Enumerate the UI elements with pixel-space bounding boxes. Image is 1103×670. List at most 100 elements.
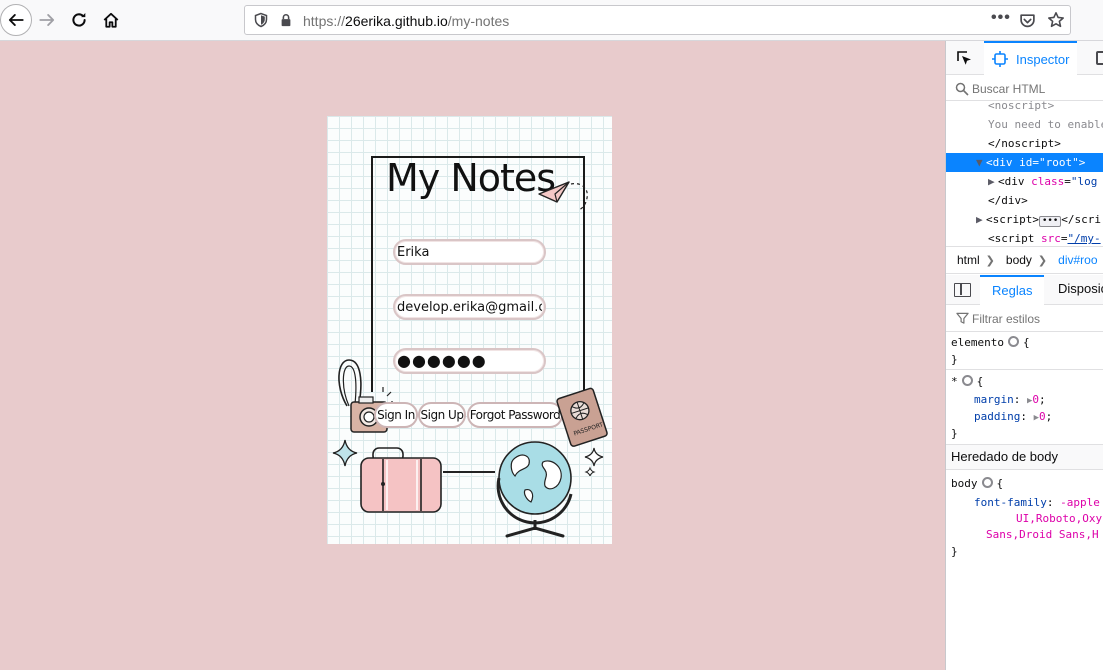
markup-attr: id: [1019, 156, 1033, 169]
gear-icon[interactable]: [981, 477, 993, 488]
css-value[interactable]: 0: [1032, 393, 1039, 406]
search-icon: [955, 82, 969, 96]
css-property[interactable]: padding: [974, 410, 1020, 423]
tab-inspector[interactable]: Inspector: [984, 41, 1078, 75]
markup-tag: <div: [998, 175, 1032, 188]
breadcrumb: html ❯ body ❯ div#roo: [946, 246, 1103, 274]
css-property[interactable]: margin: [974, 393, 1014, 406]
sparkle-icon: [332, 439, 358, 467]
markup-line[interactable]: <script src="/my-: [946, 229, 1103, 246]
markup-line[interactable]: </div>: [946, 191, 1103, 210]
gear-icon[interactable]: [961, 375, 973, 386]
bookmark-star-icon[interactable]: [1047, 11, 1065, 29]
expanded-caret-icon[interactable]: ▼: [976, 153, 986, 172]
home-icon: [103, 12, 119, 28]
styles-filter-input[interactable]: [972, 309, 1100, 329]
markup-view: <noscript> You need to enable </noscript…: [946, 101, 1103, 246]
chevron-right-icon: ❯: [1037, 254, 1048, 267]
gear-icon[interactable]: [1007, 336, 1019, 347]
collapsed-caret-icon[interactable]: ▶: [976, 210, 986, 229]
markup-tag: >: [1078, 156, 1086, 169]
reload-button[interactable]: [64, 5, 94, 35]
tracking-shield-icon[interactable]: [253, 12, 269, 28]
arrow-right-icon: [39, 14, 55, 26]
inherited-header: Heredado de body: [946, 444, 1103, 470]
markup-line-selected[interactable]: ▼ <div id="root">: [946, 153, 1103, 172]
app-title: My Notes: [386, 156, 556, 200]
arrow-left-icon: [8, 14, 24, 26]
url-host: 26erika.github.io: [345, 13, 448, 29]
markup-eq: =: [1064, 175, 1071, 188]
markup-text: </noscript>: [988, 137, 1061, 150]
filter-icon: [956, 312, 969, 324]
console-tab-icon[interactable]: [1096, 51, 1103, 65]
markup-val: "root": [1039, 156, 1079, 169]
markup-line[interactable]: ▶ <script> ••• </scri: [946, 210, 1103, 229]
forward-button[interactable]: [32, 5, 62, 35]
markup-line[interactable]: </noscript>: [946, 134, 1103, 153]
rule-close-brace: }: [951, 545, 958, 558]
sign-in-button[interactable]: Sign In: [374, 402, 418, 428]
reload-icon: [72, 13, 86, 27]
rule-open-brace: {: [996, 477, 1004, 490]
html-search-input[interactable]: [972, 80, 1100, 98]
element-picker-icon[interactable]: [955, 49, 973, 67]
browser-toolbar: https://26erika.github.io/my-notes •••: [0, 0, 1103, 41]
rules-tabbar: Reglas Disposic: [946, 275, 1103, 305]
markup-tag: <div: [986, 156, 1020, 169]
rule-open-brace: {: [976, 375, 984, 388]
markup-text: You need to enable: [988, 118, 1103, 131]
tab-layout[interactable]: Disposic: [1058, 275, 1103, 305]
email-input[interactable]: [393, 294, 546, 320]
markup-tag: <script>: [986, 213, 1039, 226]
element-selector: elemento: [951, 336, 1004, 349]
rule-divider: [946, 369, 1103, 370]
css-value[interactable]: -apple: [1060, 496, 1100, 509]
sign-up-button[interactable]: Sign Up: [418, 402, 466, 428]
rule-declaration-cont: UI,Roboto,Oxy: [1016, 510, 1102, 527]
rule-declaration[interactable]: padding: ▶0;: [974, 408, 1052, 425]
back-button[interactable]: [0, 4, 32, 36]
ellipsis-badge[interactable]: •••: [1038, 216, 1062, 227]
markup-line[interactable]: You need to enable: [946, 115, 1103, 134]
rule-universal-header: *{: [951, 373, 983, 390]
css-value[interactable]: Sans,Droid Sans,H: [986, 528, 1099, 541]
url-prefix: https://: [303, 13, 346, 29]
sidebar-toggle-icon[interactable]: [954, 283, 971, 297]
sparkle-icon: [584, 447, 604, 476]
lock-icon[interactable]: [279, 13, 293, 27]
rule-declaration[interactable]: font-family: -apple: [974, 494, 1100, 511]
notes-card: My Notes ●●●●●● Sign In Sign Up Forgot P…: [327, 116, 612, 544]
tab-rules[interactable]: Reglas: [980, 275, 1045, 305]
css-value[interactable]: 0: [1039, 410, 1046, 423]
markup-line[interactable]: ▶ <div class="log: [946, 172, 1103, 191]
markup-text: </div>: [988, 194, 1028, 207]
forgot-password-button[interactable]: Forgot Password: [467, 402, 563, 428]
markup-text: <noscript>: [988, 101, 1055, 112]
password-input[interactable]: ●●●●●●: [393, 348, 546, 374]
markup-line[interactable]: <noscript>: [946, 101, 1103, 115]
name-input[interactable]: [393, 239, 546, 265]
html-search: [946, 77, 1103, 101]
css-value[interactable]: UI,Roboto,Oxy: [1016, 512, 1102, 525]
markup-tag: </scri: [1061, 213, 1101, 226]
body-selector: body: [951, 477, 978, 490]
collapsed-caret-icon[interactable]: ▶: [988, 172, 998, 191]
css-property[interactable]: font-family: [974, 496, 1047, 509]
page-actions-menu-button[interactable]: •••: [991, 9, 1011, 27]
rule-declaration-cont: Sans,Droid Sans,H: [986, 526, 1099, 543]
breadcrumb-html[interactable]: html: [946, 253, 986, 267]
url-bar[interactable]: https://26erika.github.io/my-notes •••: [244, 5, 1071, 35]
url-text[interactable]: https://26erika.github.io/my-notes: [303, 13, 509, 29]
rule-close-brace: }: [951, 427, 958, 440]
breadcrumb-div-root[interactable]: div#roo: [1047, 253, 1103, 267]
markup-link[interactable]: "/my-: [1067, 232, 1100, 245]
rule-body-header: body {: [951, 475, 1003, 492]
breadcrumb-body[interactable]: body: [995, 253, 1038, 267]
home-button[interactable]: [96, 5, 126, 35]
page-viewport: My Notes ●●●●●● Sign In Sign Up Forgot P…: [0, 41, 945, 670]
rule-open-brace: {: [1022, 336, 1030, 349]
styles-filter: [946, 306, 1103, 332]
pocket-icon[interactable]: [1019, 12, 1036, 29]
rule-declaration[interactable]: margin: ▶0;: [974, 391, 1046, 408]
